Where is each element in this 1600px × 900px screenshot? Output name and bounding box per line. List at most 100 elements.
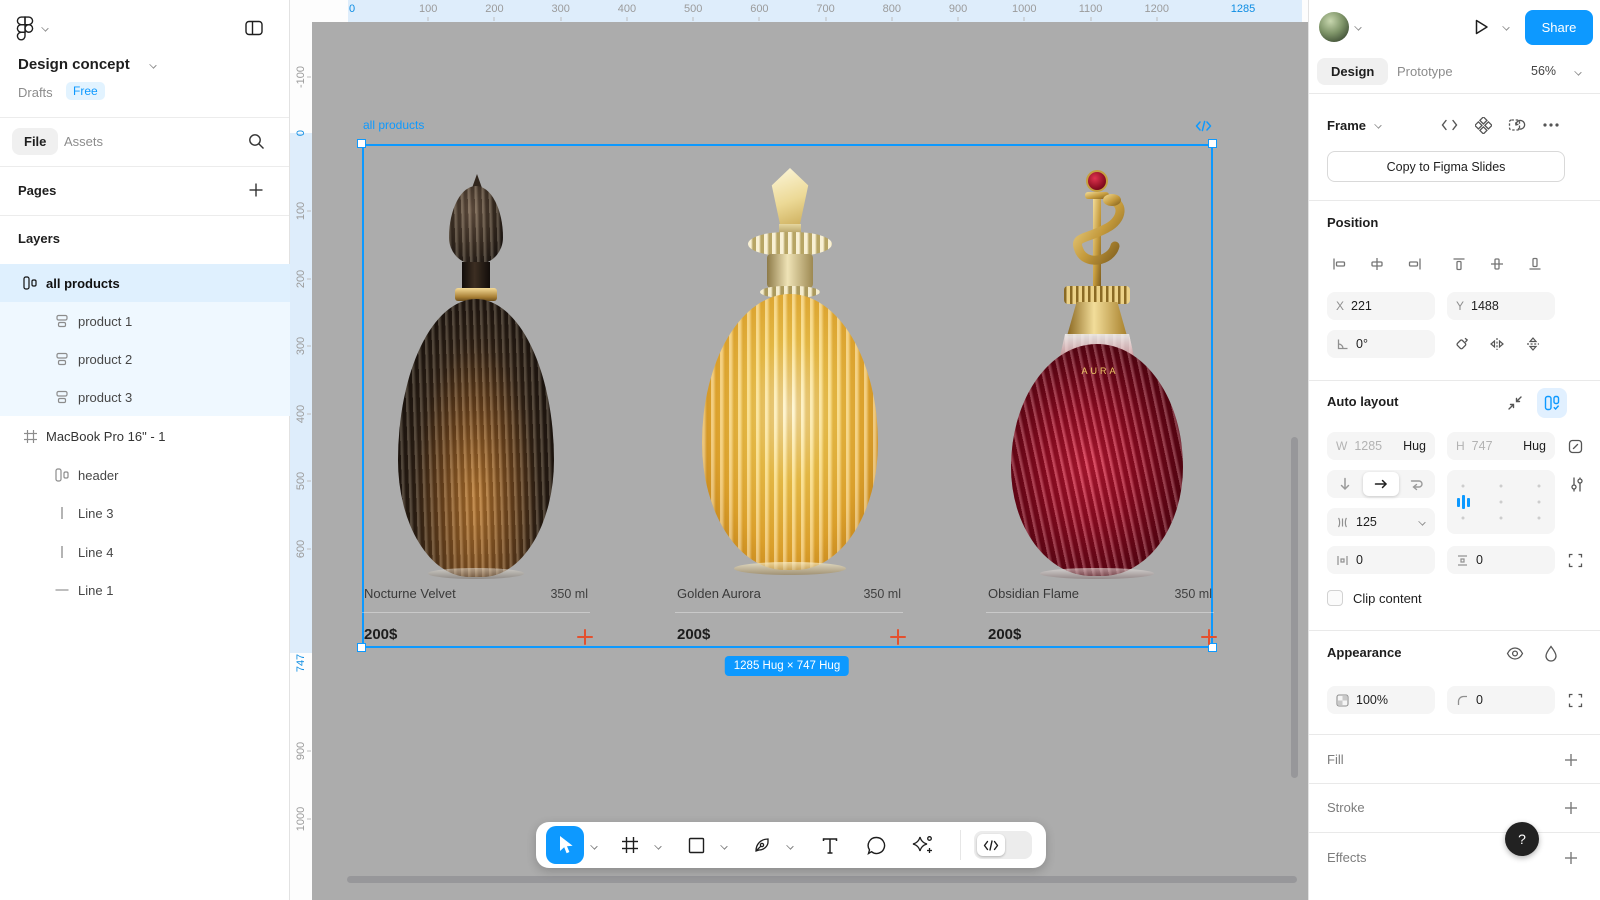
- flip-horizontal-button[interactable]: [1485, 332, 1509, 356]
- selection-type-chevron-icon[interactable]: [1375, 122, 1382, 129]
- layer-row-line-4[interactable]: Line 4: [0, 533, 290, 571]
- canvas[interactable]: all products Nocturne Velvet350 ml 200$: [290, 0, 1308, 900]
- vertical-padding-field[interactable]: 0: [1447, 546, 1555, 574]
- direction-vertical-button[interactable]: [1327, 470, 1363, 498]
- toggle-sidebar-button[interactable]: [244, 18, 264, 38]
- layer-row-macbook-frame[interactable]: MacBook Pro 16" - 1: [0, 417, 290, 455]
- frame-tool-button[interactable]: [616, 831, 644, 859]
- layer-row-line-3[interactable]: Line 3: [0, 494, 290, 532]
- add-to-cart-icon[interactable]: [576, 628, 594, 646]
- rotate-button[interactable]: [1449, 332, 1473, 356]
- frame-name-label[interactable]: all products: [363, 118, 424, 132]
- align-grid-dot[interactable]: [1538, 517, 1541, 520]
- product-card-2[interactable]: Golden Aurora350 ml 200$: [675, 144, 903, 648]
- pen-tool-button[interactable]: [748, 831, 776, 859]
- frame-code-icon[interactable]: [1195, 120, 1212, 132]
- width-field[interactable]: W1285Hug: [1327, 432, 1435, 460]
- auto-layout-enabled-toggle[interactable]: [1537, 388, 1567, 418]
- shape-tool-button[interactable]: [682, 831, 710, 859]
- opacity-field[interactable]: 100%: [1327, 686, 1435, 714]
- more-options-button[interactable]: [1539, 113, 1563, 137]
- layer-row-product-1[interactable]: product 1: [0, 302, 290, 340]
- align-left-button[interactable]: [1327, 252, 1351, 276]
- help-button[interactable]: ?: [1505, 822, 1539, 856]
- layer-row-header[interactable]: header: [0, 456, 290, 494]
- layer-row-product-2[interactable]: product 2: [0, 340, 290, 378]
- y-position-field[interactable]: Y1488: [1447, 292, 1555, 320]
- present-button[interactable]: [1471, 17, 1491, 37]
- search-button[interactable]: [248, 133, 265, 150]
- shrink-wrap-button[interactable]: [1503, 391, 1527, 415]
- align-grid-dot[interactable]: [1500, 485, 1503, 488]
- align-grid-dot[interactable]: [1462, 485, 1465, 488]
- pen-tool-chevron-icon[interactable]: [786, 842, 793, 849]
- add-fill-button[interactable]: [1559, 748, 1583, 772]
- add-stroke-button[interactable]: [1559, 796, 1583, 820]
- document-title[interactable]: Design concept: [18, 56, 130, 73]
- align-v-center-button[interactable]: [1485, 252, 1509, 276]
- shape-tool-chevron-icon[interactable]: [720, 842, 727, 849]
- add-page-button[interactable]: [248, 182, 264, 198]
- gap-chevron-icon[interactable]: [1419, 519, 1426, 526]
- layout-settings-button[interactable]: [1565, 472, 1589, 496]
- blend-mode-button[interactable]: [1539, 641, 1563, 665]
- resize-to-fit-button[interactable]: [1563, 434, 1587, 458]
- align-right-button[interactable]: [1403, 252, 1427, 276]
- tab-design[interactable]: Design: [1317, 58, 1388, 85]
- instance-swap-button[interactable]: [1505, 113, 1529, 137]
- copy-to-figma-slides-button[interactable]: Copy to Figma Slides: [1327, 151, 1565, 182]
- corner-radius-field[interactable]: 0: [1447, 686, 1555, 714]
- document-title-chevron-icon[interactable]: [150, 62, 157, 69]
- add-to-cart-icon[interactable]: [889, 628, 907, 646]
- layer-row-product-3[interactable]: product 3: [0, 378, 290, 416]
- align-bottom-button[interactable]: [1523, 252, 1547, 276]
- add-effect-button[interactable]: [1559, 846, 1583, 870]
- present-chevron-icon[interactable]: [1503, 24, 1510, 31]
- tab-prototype[interactable]: Prototype: [1397, 64, 1453, 79]
- main-menu-chevron-icon[interactable]: [42, 25, 49, 32]
- avatar-chevron-icon[interactable]: [1355, 24, 1362, 31]
- align-grid-dot[interactable]: [1500, 501, 1503, 504]
- align-grid-dot[interactable]: [1500, 517, 1503, 520]
- layer-row-all-products[interactable]: all products: [0, 264, 290, 302]
- create-component-button[interactable]: [1471, 113, 1495, 137]
- align-grid-dot[interactable]: [1538, 501, 1541, 504]
- horizontal-scrollbar[interactable]: [347, 876, 1297, 883]
- tab-file[interactable]: File: [12, 128, 58, 155]
- zoom-chevron-icon[interactable]: [1575, 69, 1582, 76]
- copy-as-code-button[interactable]: [1437, 113, 1461, 137]
- height-field[interactable]: H747Hug: [1447, 432, 1555, 460]
- add-to-cart-icon[interactable]: [1200, 628, 1218, 646]
- selection-type-label[interactable]: Frame: [1327, 118, 1366, 133]
- expand-appearance-button[interactable]: [1563, 688, 1587, 712]
- horizontal-padding-field[interactable]: 0: [1327, 546, 1435, 574]
- layer-row-line-1[interactable]: Line 1: [0, 571, 290, 609]
- gap-field[interactable]: 125: [1327, 508, 1435, 536]
- rotation-field[interactable]: 0°: [1327, 330, 1435, 358]
- product-card-3[interactable]: AURA Obsidian Flame350 ml 200$: [986, 144, 1214, 648]
- align-h-center-button[interactable]: [1365, 252, 1389, 276]
- vertical-scrollbar[interactable]: [1291, 437, 1298, 778]
- zoom-level[interactable]: 56%: [1531, 64, 1556, 78]
- avatar[interactable]: [1319, 12, 1349, 42]
- alignment-grid[interactable]: [1447, 470, 1555, 534]
- direction-horizontal-button[interactable]: [1363, 472, 1399, 496]
- actions-tool-button[interactable]: [908, 831, 936, 859]
- product-card-1[interactable]: Nocturne Velvet350 ml 200$: [362, 144, 590, 648]
- move-tool-button[interactable]: [546, 826, 584, 864]
- frame-tool-chevron-icon[interactable]: [654, 842, 661, 849]
- text-tool-button[interactable]: [816, 831, 844, 859]
- dev-mode-code-icon[interactable]: [977, 834, 1005, 856]
- align-grid-dot[interactable]: [1462, 517, 1465, 520]
- x-position-field[interactable]: X221: [1327, 292, 1435, 320]
- individual-padding-button[interactable]: [1563, 548, 1587, 572]
- direction-wrap-button[interactable]: [1399, 470, 1435, 498]
- clip-content-checkbox[interactable]: [1327, 590, 1343, 606]
- visibility-button[interactable]: [1503, 641, 1527, 665]
- align-top-button[interactable]: [1447, 252, 1471, 276]
- figma-menu-button[interactable]: [16, 16, 34, 42]
- share-button[interactable]: Share: [1525, 10, 1593, 45]
- comment-tool-button[interactable]: [862, 831, 890, 859]
- flip-vertical-button[interactable]: [1521, 332, 1545, 356]
- breadcrumb[interactable]: Drafts: [18, 85, 53, 100]
